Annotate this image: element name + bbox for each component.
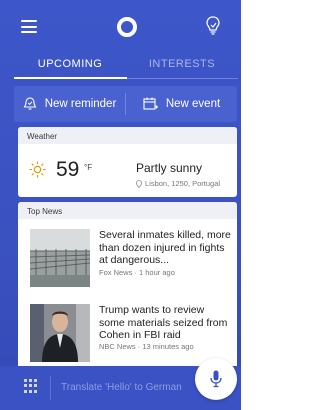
new-reminder-label: New reminder (44, 98, 117, 110)
lightbulb-icon[interactable] (205, 15, 221, 37)
cortana-logo-icon[interactable] (117, 17, 137, 37)
tab-interests[interactable]: INTERESTS (126, 58, 238, 78)
hamburger-menu-icon[interactable] (21, 20, 37, 33)
reminder-icon (23, 97, 37, 110)
active-tab-indicator (14, 77, 127, 79)
temperature-value: 59 (56, 158, 80, 181)
quick-actions: New reminder New event (14, 86, 237, 122)
news-headline: Trump wants to review some materials sei… (99, 304, 228, 341)
bottom-divider (50, 376, 51, 400)
weather-card[interactable]: Weather 59 °F Partly sunny Lisbon, 1250,… (18, 127, 237, 197)
new-event-button[interactable]: New event (126, 86, 237, 122)
location-text: Lisbon, 1250, Portugal (145, 179, 221, 188)
apps-grid-icon[interactable] (24, 379, 38, 393)
news-headline: Several inmates killed, more than dozen … (99, 229, 231, 266)
news-thumbnail (30, 229, 90, 287)
microphone-icon (210, 370, 222, 388)
new-reminder-button[interactable]: New reminder (14, 86, 125, 122)
temperature-unit: °F (84, 163, 93, 172)
top-news-header: Top News (18, 202, 237, 219)
calendar-add-icon (143, 97, 158, 110)
cortana-app: UPCOMING INTERESTS New reminder New even… (0, 0, 241, 410)
weather-location: Lisbon, 1250, Portugal (136, 179, 220, 188)
top-bar (0, 0, 241, 56)
news-item[interactable]: Several inmates killed, more than dozen … (18, 229, 237, 291)
weather-condition: Partly sunny (136, 161, 203, 175)
news-thumbnail (30, 304, 90, 362)
location-pin-icon (136, 179, 142, 188)
tab-bar: UPCOMING INTERESTS (14, 58, 238, 78)
weather-card-header: Weather (18, 127, 237, 144)
partly-sunny-icon (29, 161, 46, 178)
tab-upcoming[interactable]: UPCOMING (14, 58, 126, 78)
tab-divider (127, 78, 238, 79)
news-source: NBC News · 13 minutes ago (99, 342, 194, 351)
new-event-label: New event (165, 98, 221, 110)
microphone-button[interactable] (195, 358, 237, 400)
news-source: Fox News · 1 hour ago (99, 268, 175, 277)
news-item[interactable]: Trump wants to review some materials sei… (18, 304, 237, 366)
ask-input[interactable]: Translate 'Hello' to German (61, 382, 182, 393)
